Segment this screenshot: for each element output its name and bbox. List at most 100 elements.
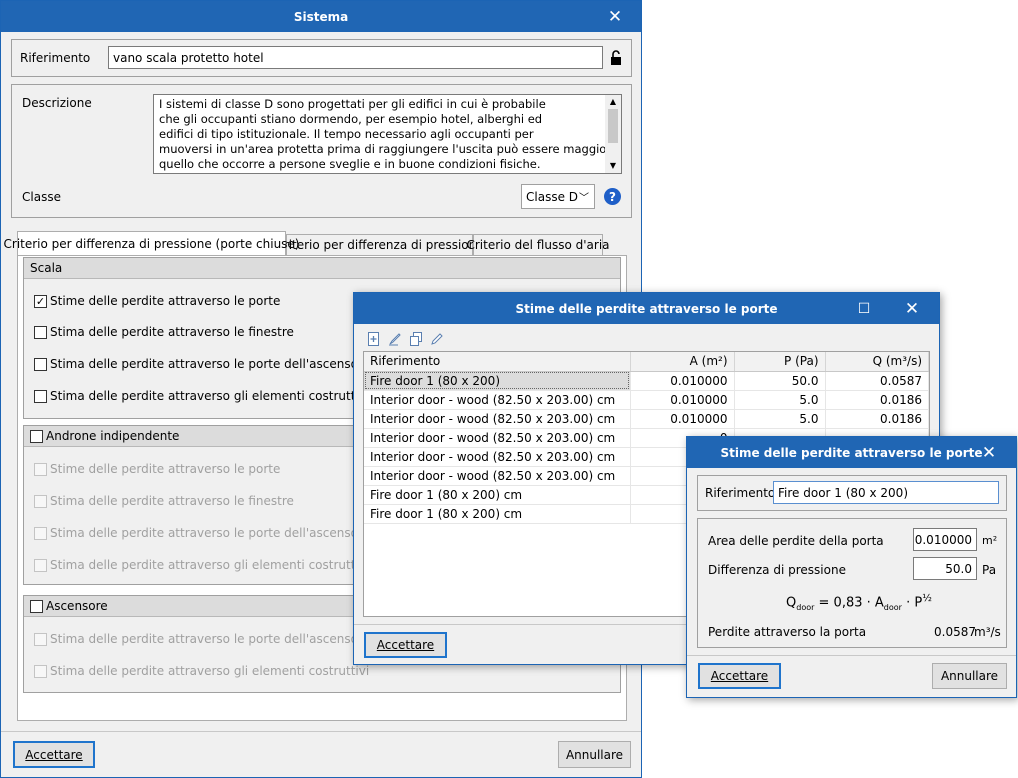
cell-portata: 0.0186: [825, 390, 929, 410]
riferimento-label: Riferimento: [20, 51, 91, 65]
checkbox-icon[interactable]: [30, 599, 43, 613]
cell-riferimento: Fire door 1 (80 x 200): [364, 371, 631, 391]
checkbox-scala-finestre[interactable]: Stima delle perdite attraverso le finest…: [34, 325, 294, 339]
area-unit: m²: [982, 534, 998, 547]
tab-label: Criterio del flusso d'aria: [466, 238, 610, 252]
formula-q: Q: [786, 595, 797, 611]
tab-pressione-porte-chiuse[interactable]: Criterio per differenza di pressione (po…: [4, 231, 300, 255]
formula: Qdoor = 0,83 · Adoor · P½: [786, 593, 932, 612]
close-icon[interactable]: ✕: [894, 293, 930, 324]
lock-icon[interactable]: [609, 50, 623, 66]
classe-select[interactable]: Classe D ﹀: [521, 184, 595, 209]
dettaglio-cancel-button[interactable]: Annullare: [932, 663, 1007, 689]
section-title: Androne indipendente: [46, 429, 180, 443]
column-header-riferimento[interactable]: Riferimento: [364, 352, 631, 372]
porte-accept-button[interactable]: Accettare: [364, 632, 447, 658]
checkbox-icon[interactable]: [30, 429, 43, 443]
scroll-down-icon[interactable]: ▼: [605, 159, 621, 173]
checkbox-label: Stima delle perdite attraverso gli eleme…: [50, 664, 370, 678]
button-label: Accettare: [376, 638, 435, 652]
checkbox-label: Stima delle perdite attraverso le finest…: [50, 325, 294, 339]
cell-area: 0.010000: [630, 409, 735, 429]
accept-button[interactable]: Accettare: [13, 741, 95, 768]
perdite-label: Perdite attraverso la porta: [708, 625, 867, 639]
copy-icon[interactable]: [408, 331, 424, 347]
formula-exp: ½: [922, 593, 932, 604]
edit-icon[interactable]: [387, 331, 403, 347]
checkbox-ascensore-porte: Stima delle perdite attraverso le porte …: [34, 632, 370, 646]
descrizione-textarea[interactable]: I sistemi di classe D sono progettati pe…: [153, 94, 622, 174]
cancel-button[interactable]: Annullare: [558, 741, 631, 768]
riferimento-input[interactable]: vano scala protetto hotel: [108, 46, 603, 69]
scroll-up-icon[interactable]: ▲: [605, 95, 621, 109]
button-label: Accettare: [25, 747, 83, 762]
checkbox-label: Stima delle perdite attraverso gli eleme…: [50, 389, 370, 403]
checkbox-androne-ascensore: Stima delle perdite attraverso le porte …: [34, 526, 370, 540]
classe-label: Classe: [22, 190, 61, 204]
chevron-down-icon: ﹀: [579, 193, 589, 204]
add-icon[interactable]: [366, 331, 382, 347]
checkbox-scala-porte[interactable]: ✓ Stime delle perdite attraverso le porte: [34, 294, 280, 308]
cell-pressione: 5.0: [734, 409, 826, 429]
checkbox-icon: [34, 558, 47, 572]
cell-riferimento: Fire door 1 (80 x 200) cm: [364, 504, 631, 524]
cell-area: 0.010000: [630, 371, 735, 391]
column-header-pressione[interactable]: P (Pa): [734, 352, 826, 372]
perdite-value: 0.0587: [934, 625, 976, 639]
checkbox-ascensore-elementi: Stima delle perdite attraverso gli eleme…: [34, 664, 369, 678]
table-header-row: Riferimento A (m²) P (Pa) Q (m³/s): [364, 352, 929, 372]
dettaglio-titlebar[interactable]: Stime delle perdite attraverso le porte: [687, 437, 1016, 468]
area-label: Area delle perdite della porta: [708, 534, 884, 548]
riferimento-input[interactable]: Fire door 1 (80 x 200): [773, 481, 999, 504]
checkbox-icon[interactable]: [34, 389, 47, 403]
cell-riferimento: Interior door - wood (82.50 x 203.00) cm: [364, 466, 631, 486]
descrizione-scrollbar[interactable]: ▲ ▼: [605, 95, 621, 173]
pressione-label: Differenza di pressione: [708, 563, 846, 577]
checkbox-icon[interactable]: [34, 325, 47, 339]
close-icon[interactable]: ✕: [597, 1, 633, 32]
cell-riferimento: Interior door - wood (82.50 x 203.00) cm: [364, 390, 631, 410]
checkbox-icon[interactable]: ✓: [34, 294, 47, 308]
dettaglio-title: Stime delle perdite attraverso le porte: [720, 445, 983, 460]
checkbox-scala-elementi[interactable]: Stima delle perdite attraverso gli eleme…: [34, 389, 369, 403]
help-icon[interactable]: ?: [604, 188, 621, 205]
checkbox-androne-porte: Stime delle perdite attraverso le porte: [34, 462, 280, 476]
table-row[interactable]: Interior door - wood (82.50 x 203.00) cm…: [364, 409, 929, 429]
cell-riferimento: Interior door - wood (82.50 x 203.00) cm: [364, 428, 631, 448]
dettaglio-accept-button[interactable]: Accettare: [698, 663, 781, 689]
checkbox-icon: [34, 462, 47, 476]
table-row[interactable]: Interior door - wood (82.50 x 203.00) cm…: [364, 390, 929, 410]
button-label: Annullare: [940, 669, 999, 683]
checkbox-label: Stime delle perdite attraverso le porte: [50, 462, 281, 476]
column-header-portata[interactable]: Q (m³/s): [825, 352, 929, 372]
scroll-thumb[interactable]: [608, 109, 618, 143]
sistema-footer-divider: [1, 731, 641, 732]
checkbox-androne-finestre: Stima delle perdite attraverso le finest…: [34, 494, 294, 508]
area-input[interactable]: 0.010000: [913, 528, 977, 551]
tab-flusso-aria[interactable]: Criterio del flusso d'aria: [466, 234, 610, 255]
checkbox-scala-ascensore[interactable]: Stima delle perdite attraverso le porte …: [34, 357, 370, 371]
sistema-titlebar[interactable]: Sistema: [1, 1, 641, 32]
cell-pressione: 50.0: [734, 371, 826, 391]
checkbox-icon[interactable]: [34, 357, 47, 371]
tab-label: Criterio per differenza di pressione (po…: [3, 236, 300, 251]
close-icon[interactable]: ✕: [971, 437, 1007, 468]
table-row[interactable]: Fire door 1 (80 x 200) 0.010000 50.0 0.0…: [364, 371, 929, 391]
checkbox-label: Stima delle perdite attraverso le porte …: [50, 526, 370, 540]
checkbox-label: Stima delle perdite attraverso gli eleme…: [50, 558, 370, 572]
pressione-input[interactable]: 50.0: [913, 557, 977, 580]
button-label: Annullare: [565, 747, 624, 762]
tab-pressione[interactable]: Criterio per differenza di pressione: [275, 234, 484, 255]
section-title: Scala: [30, 261, 63, 275]
column-header-area[interactable]: A (m²): [630, 352, 735, 372]
dettaglio-window: Stime delle perdite attraverso le porte …: [686, 436, 1017, 698]
maximize-icon[interactable]: ☐: [846, 293, 882, 324]
checkbox-label: Stima delle perdite attraverso le finest…: [50, 494, 294, 508]
scala-header: Scala: [24, 258, 620, 279]
pencil-icon[interactable]: [429, 331, 445, 347]
descrizione-line: I sistemi di classe D sono progettati pe…: [159, 97, 546, 111]
formula-a-sub: door: [883, 602, 902, 612]
formula-coef: = 0,83 · A: [818, 595, 884, 611]
dettaglio-footer-divider: [687, 655, 1016, 656]
cell-riferimento: Interior door - wood (82.50 x 203.00) cm: [364, 409, 631, 429]
